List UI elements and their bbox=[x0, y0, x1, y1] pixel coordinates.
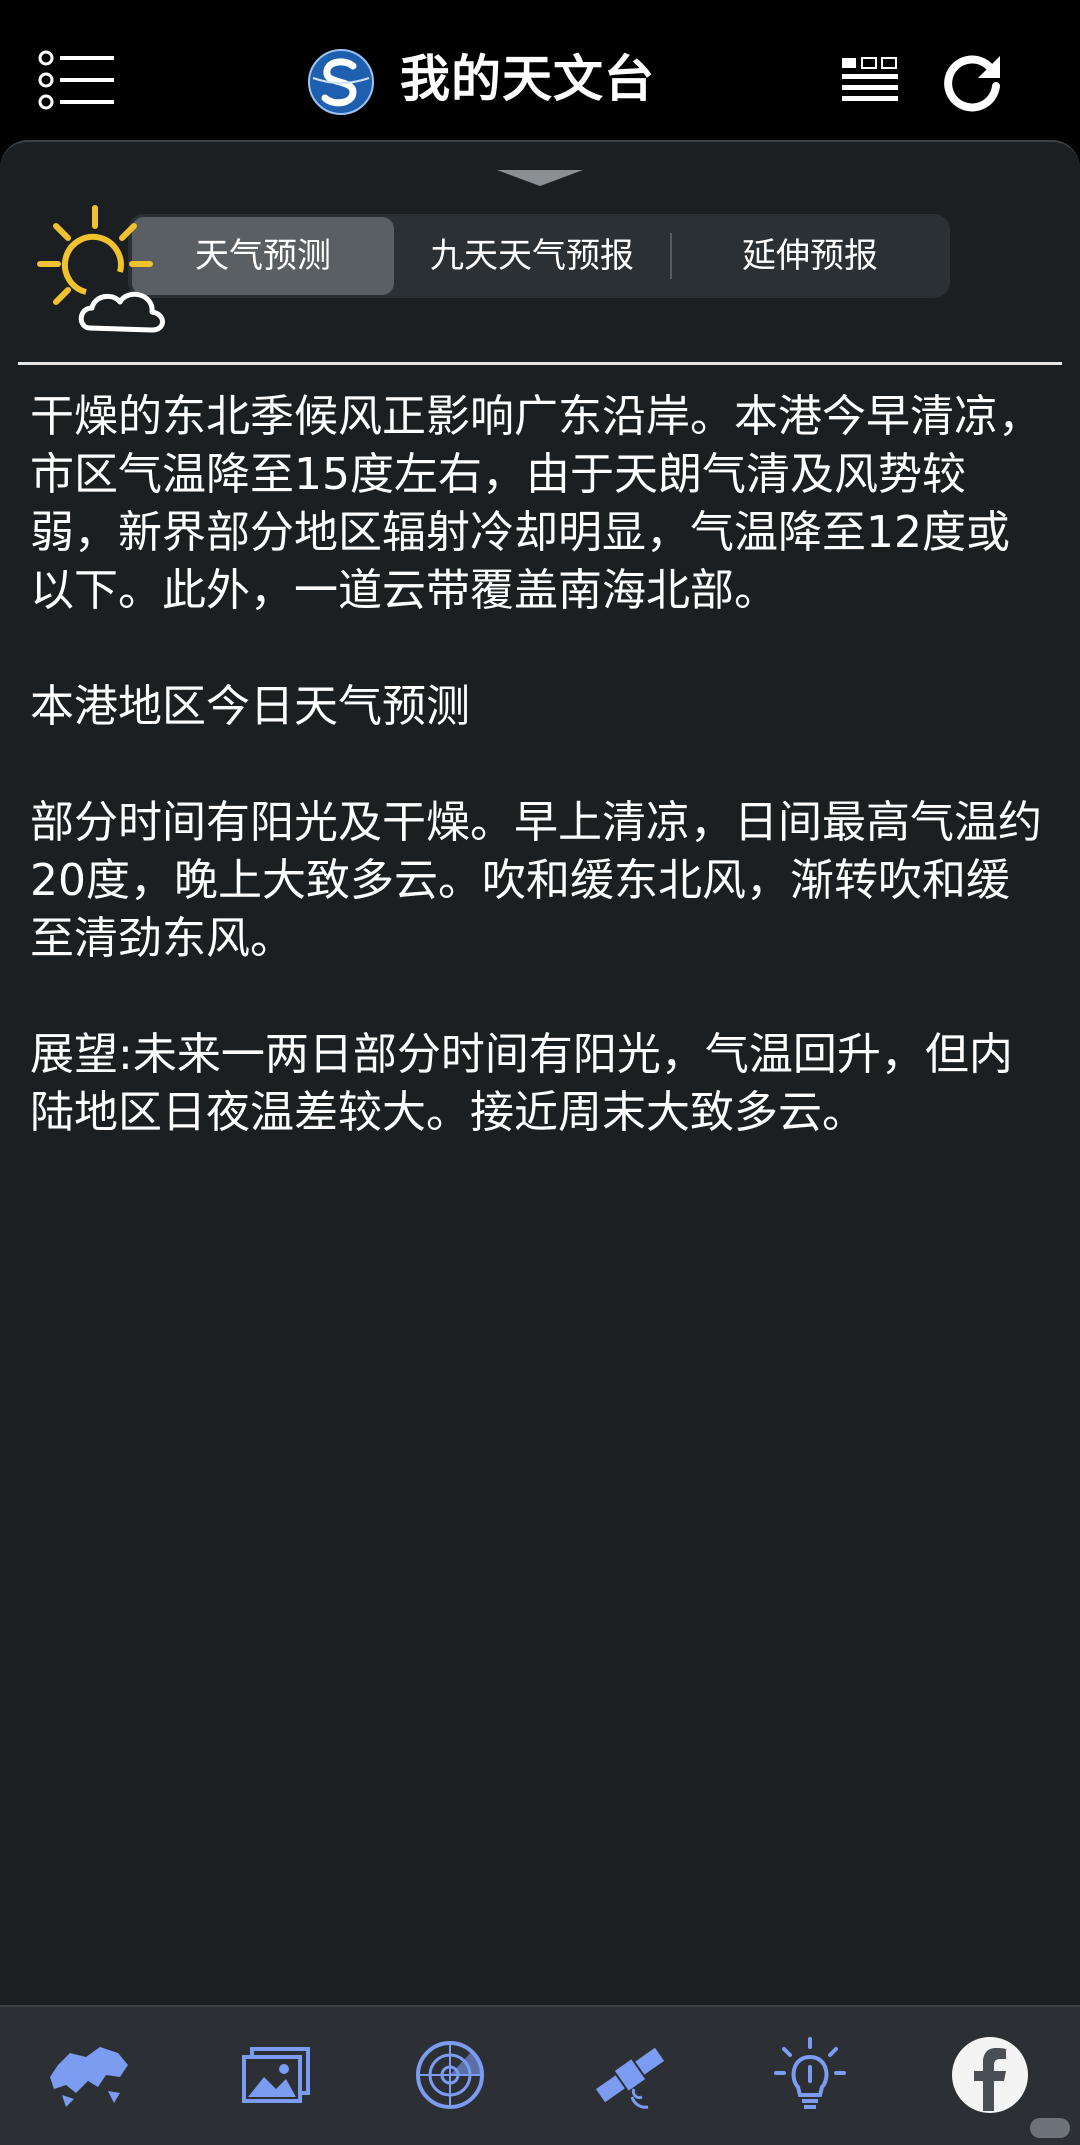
outlook-text: 展望:未来一两日部分时间有阳光，气温回升，但内陆地区日夜温差较大。接近周末大致多… bbox=[30, 1029, 1013, 1138]
top-bar: 我的天文台 bbox=[0, 0, 1080, 140]
bottom-nav bbox=[0, 2005, 1080, 2145]
forecast-heading: 本港地区今日天气预测 bbox=[30, 681, 470, 732]
tab-bar: 天气预测 九天天气预报 延伸预报 bbox=[128, 214, 950, 298]
observatory-logo-icon bbox=[307, 48, 375, 116]
radar-icon[interactable] bbox=[410, 2035, 490, 2115]
forecast-text: 干燥的东北季候风正影响广东沿岸。本港今早清凉，市区气温降至15度左右，由于天朗气… bbox=[30, 388, 1050, 1200]
satellite-icon[interactable] bbox=[590, 2035, 670, 2115]
section-divider bbox=[18, 362, 1062, 365]
tab-nine-day-forecast[interactable]: 九天天气预报 bbox=[394, 217, 670, 295]
today-forecast-text: 部分时间有阳光及干燥。早上清凉，日间最高气温约20度，晚上大致多云。吹和缓东北风… bbox=[30, 797, 1042, 964]
app-title: 我的天文台 bbox=[400, 50, 655, 108]
hong-kong-map-icon[interactable] bbox=[48, 2035, 128, 2115]
home-indicator-badge bbox=[1030, 2118, 1070, 2138]
sunny-periods-cloud-icon bbox=[20, 200, 180, 350]
photo-gallery-icon[interactable] bbox=[236, 2035, 316, 2115]
facebook-icon[interactable] bbox=[950, 2035, 1030, 2115]
menu-list-icon[interactable] bbox=[38, 50, 118, 110]
collapse-handle-icon[interactable] bbox=[497, 166, 583, 190]
general-situation-text: 干燥的东北季候风正影响广东沿岸。本港今早清凉，市区气温降至15度左右，由于天朗气… bbox=[30, 391, 1042, 616]
refresh-icon[interactable] bbox=[942, 50, 1004, 112]
weather-tips-bulb-icon[interactable] bbox=[770, 2035, 850, 2115]
tab-extended-forecast[interactable]: 延伸预报 bbox=[672, 217, 948, 295]
layout-toggle-icon[interactable] bbox=[840, 56, 900, 106]
